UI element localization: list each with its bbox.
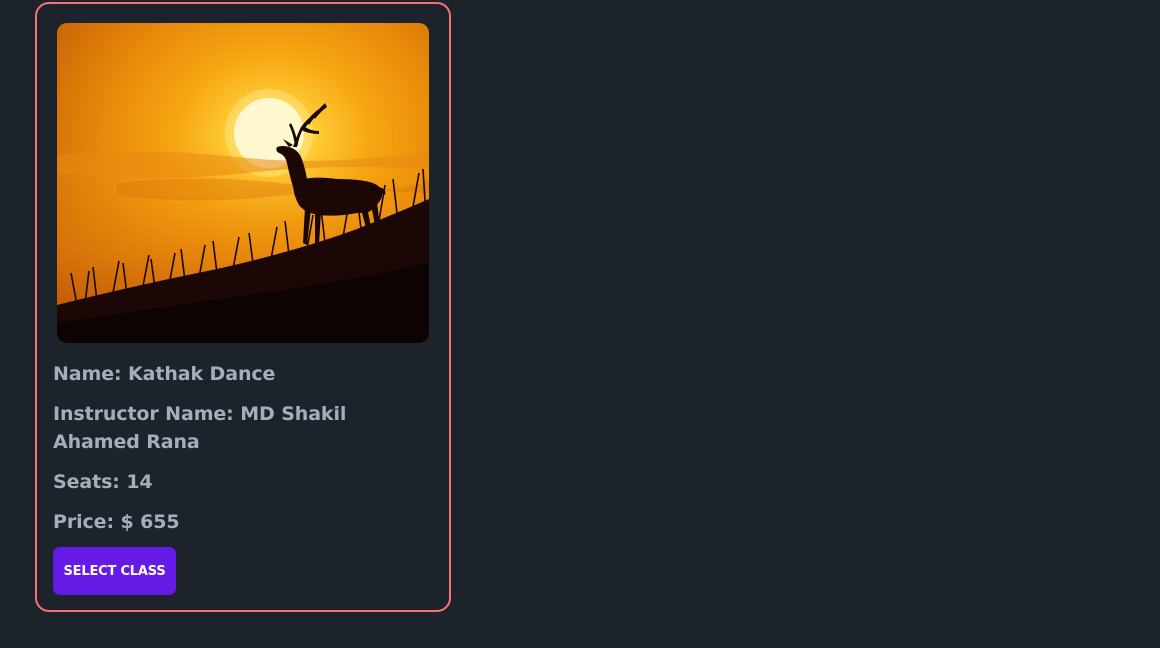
seats: Seats: 14 <box>53 468 423 496</box>
class-name: Name: Kathak Dance <box>53 360 423 388</box>
price: Price: $ 655 <box>53 508 423 536</box>
class-name-label: Name: <box>53 363 122 385</box>
price-label: Price: <box>53 511 114 533</box>
deer-sunset-image <box>57 23 429 343</box>
page: Name: Kathak Dance Instructor Name: MD S… <box>0 0 1160 648</box>
seats-value: 14 <box>126 471 153 493</box>
seats-label: Seats: <box>53 471 120 493</box>
price-value: $ 655 <box>120 511 180 533</box>
class-name-value: Kathak Dance <box>128 363 276 385</box>
class-card: Name: Kathak Dance Instructor Name: MD S… <box>35 2 451 612</box>
select-class-button[interactable]: SELECT CLASS <box>53 547 176 595</box>
instructor-name-label: Instructor Name: <box>53 403 234 425</box>
class-image <box>57 23 429 343</box>
instructor-name: Instructor Name: MD Shakil Ahamed Rana <box>53 400 423 456</box>
